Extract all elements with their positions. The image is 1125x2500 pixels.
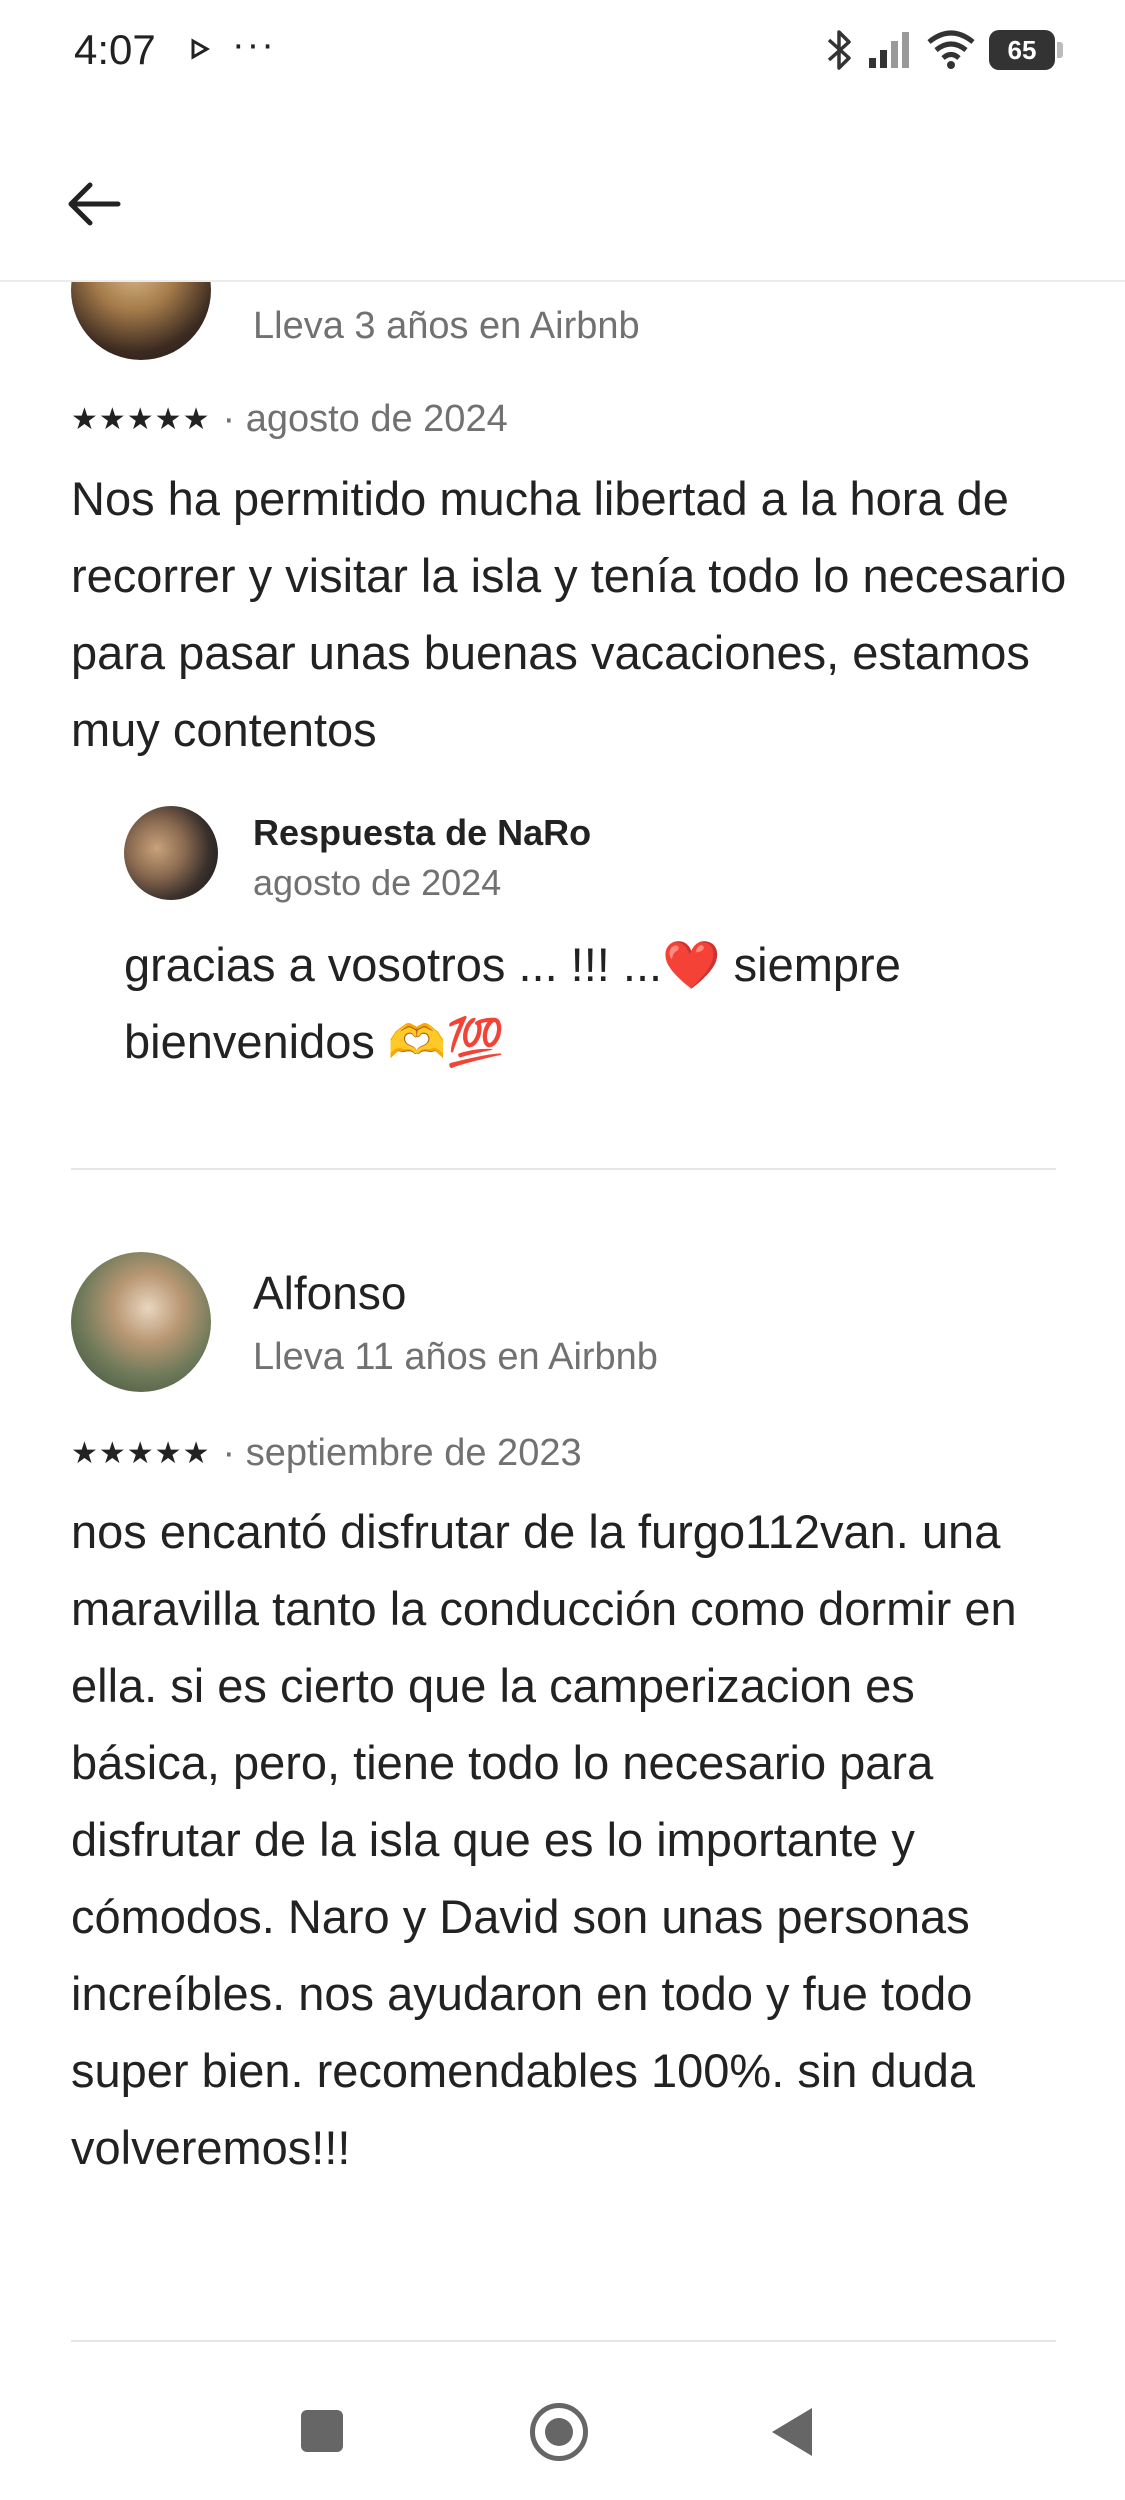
rating-stars-icon: ★★★★★ [71,403,211,436]
rating-stars-icon: ★★★★★ [71,1437,211,1470]
play-icon [191,38,210,60]
back-triangle-icon[interactable] [772,2408,812,2456]
review-text: nos encantó disfrutar de la furgo112van.… [71,1505,1017,2174]
status-icons: 65 [825,28,1063,72]
arrow-left-icon[interactable] [62,172,126,236]
bluetooth-icon [827,30,851,70]
status-time: 4:07 [74,26,156,73]
reviewer-name: Alfonso [253,1267,407,1319]
battery-icon: 65 [989,30,1063,70]
wifi-icon [927,30,975,69]
status-bar: 4:07 ··· 65 [0,0,1125,110]
review-divider [71,2340,1056,2342]
host-avatar[interactable] [124,806,218,900]
review-divider [71,1168,1056,1170]
review-rating-row: ★★★★★ · septiembre de 2023 [71,1432,582,1475]
system-nav-bar [0,2370,1125,2500]
review-date: · septiembre de 2023 [222,1432,582,1474]
reviewer-avatar[interactable] [71,1252,211,1392]
home-circle-icon[interactable] [530,2403,588,2461]
review-date: · agosto de 2024 [222,398,508,440]
reviewer-tenure: Lleva 3 años en Airbnb [253,305,640,347]
review-text: Nos ha permitido mucha libertad a la hor… [71,472,1067,756]
reviews-list[interactable]: Lleva 3 años en Airbnb ★★★★★ · agosto de… [0,0,1125,2500]
response-date: agosto de 2024 [253,862,502,903]
review-rating-row: ★★★★★ · agosto de 2024 [71,398,508,441]
more-notifications-icon: ··· [232,24,276,66]
recents-square-icon[interactable] [301,2410,343,2452]
response-text: gracias a vosotros ... !!! ...❤️ siempre… [124,938,901,1068]
signal-icon [869,32,909,68]
top-header [0,110,1125,282]
response-title: Respuesta de NaRo [253,812,592,853]
reviewer-tenure: Lleva 11 años en Airbnb [253,1336,658,1378]
